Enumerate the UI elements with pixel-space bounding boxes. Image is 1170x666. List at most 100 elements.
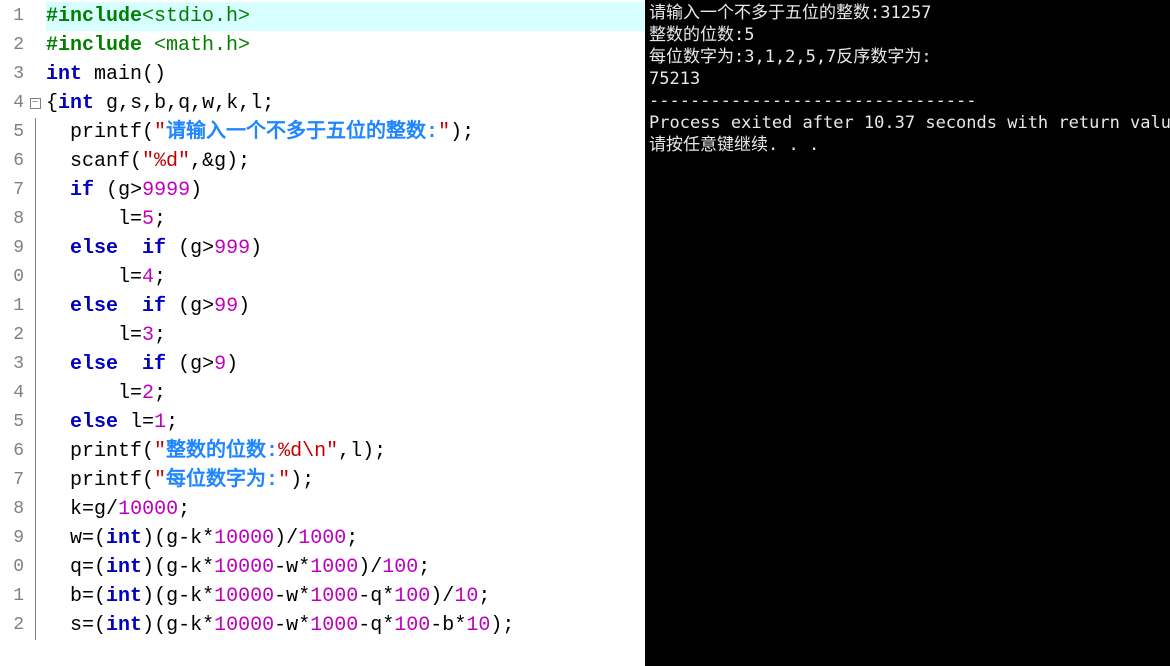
token: ;	[346, 527, 358, 550]
code-line[interactable]: int main()	[46, 60, 645, 89]
fold-cell	[28, 205, 42, 234]
token: ,	[190, 92, 202, 115]
line-number: 7	[0, 466, 28, 495]
token: w	[286, 614, 298, 637]
token: )	[226, 150, 238, 173]
token: g	[166, 614, 178, 637]
token: g	[118, 179, 130, 202]
fold-cell	[28, 408, 42, 437]
code-line[interactable]: scanf("%d",&g);	[46, 147, 645, 176]
token: ,	[238, 92, 250, 115]
token: "	[278, 469, 290, 492]
console-output[interactable]: 请输入一个不多于五位的整数:31257整数的位数:5每位数字为:3,1,2,5,…	[645, 0, 1170, 666]
token: "	[154, 121, 166, 144]
fold-cell	[28, 524, 42, 553]
code-line[interactable]: else if (g>9)	[46, 350, 645, 379]
console-line: 75213	[649, 68, 1166, 90]
token: =	[82, 527, 94, 550]
token: l	[350, 440, 362, 463]
code-line[interactable]: #include<stdio.h>	[46, 2, 645, 31]
token: /	[286, 527, 298, 550]
token: else	[70, 295, 118, 318]
fold-minus-icon[interactable]: −	[30, 98, 41, 109]
fold-guide	[35, 147, 36, 176]
token: >	[202, 237, 214, 260]
code-line[interactable]: l=3;	[46, 321, 645, 350]
fold-cell	[28, 292, 42, 321]
token: g	[94, 498, 106, 521]
token: (	[178, 237, 190, 260]
token: (	[94, 614, 106, 637]
code-line[interactable]: {int g,s,b,q,w,k,l;	[46, 89, 645, 118]
line-number: 9	[0, 524, 28, 553]
token: 1	[154, 411, 166, 434]
token: 9	[214, 353, 226, 376]
token: /	[106, 498, 118, 521]
code-editor[interactable]: 1234567890123456789012 − #include<stdio.…	[0, 0, 645, 666]
line-number: 5	[0, 118, 28, 147]
code-line[interactable]: l=4;	[46, 263, 645, 292]
token: 10	[466, 614, 490, 637]
token: 10000	[214, 585, 274, 608]
fold-cell	[28, 263, 42, 292]
fold-cell	[28, 350, 42, 379]
code-area[interactable]: #include<stdio.h>#include <math.h>int ma…	[42, 0, 645, 666]
token: if	[142, 295, 166, 318]
token: g	[94, 92, 118, 115]
token: 9999	[142, 179, 190, 202]
fold-guide	[35, 234, 36, 263]
token: if	[142, 237, 166, 260]
code-line[interactable]: b=(int)(g-k*10000-w*1000-q*100)/10;	[46, 582, 645, 611]
code-line[interactable]: else if (g>999)	[46, 234, 645, 263]
token: "	[154, 440, 166, 463]
token: *	[454, 614, 466, 637]
code-line[interactable]: s=(int)(g-k*10000-w*1000-q*100-b*10);	[46, 611, 645, 640]
code-line[interactable]: l=2;	[46, 379, 645, 408]
token: printf	[46, 469, 142, 492]
token: k	[226, 92, 238, 115]
code-line[interactable]: #include <math.h>	[46, 31, 645, 60]
token	[46, 179, 70, 202]
fold-guide	[35, 553, 36, 582]
token: else	[70, 353, 118, 376]
token: 1000	[310, 614, 358, 637]
token: l	[46, 266, 130, 289]
code-line[interactable]: w=(int)(g-k*10000)/1000;	[46, 524, 645, 553]
code-line[interactable]: q=(int)(g-k*10000-w*1000)/100;	[46, 553, 645, 582]
code-line[interactable]: printf("每位数字为:");	[46, 466, 645, 495]
code-line[interactable]: k=g/10000;	[46, 495, 645, 524]
fold-cell	[28, 466, 42, 495]
code-line[interactable]: printf("整数的位数:%d\n",l);	[46, 437, 645, 466]
token	[166, 295, 178, 318]
token: )	[358, 556, 370, 579]
token: g	[166, 556, 178, 579]
code-line[interactable]: else l=1;	[46, 408, 645, 437]
code-line[interactable]: else if (g>99)	[46, 292, 645, 321]
token: k	[46, 498, 82, 521]
code-line[interactable]: if (g>9999)	[46, 176, 645, 205]
token: l	[46, 382, 130, 405]
token	[94, 179, 106, 202]
token: 5	[142, 208, 154, 231]
fold-cell	[28, 147, 42, 176]
token: -	[274, 585, 286, 608]
token: )	[274, 527, 286, 550]
token: (	[178, 295, 190, 318]
fold-cell	[28, 495, 42, 524]
fold-guide	[35, 466, 36, 495]
token: g	[166, 585, 178, 608]
token: 100	[394, 585, 430, 608]
token: int	[106, 527, 142, 550]
token: -	[358, 614, 370, 637]
line-number: 3	[0, 350, 28, 379]
token: *	[382, 614, 394, 637]
token: (	[106, 179, 118, 202]
token: (	[94, 585, 106, 608]
code-line[interactable]: printf("请输入一个不多于五位的整数:");	[46, 118, 645, 147]
code-line[interactable]: l=5;	[46, 205, 645, 234]
token: int	[46, 63, 82, 86]
fold-cell	[28, 2, 42, 31]
fold-guide	[35, 379, 36, 408]
token: -	[430, 614, 442, 637]
line-number: 2	[0, 321, 28, 350]
